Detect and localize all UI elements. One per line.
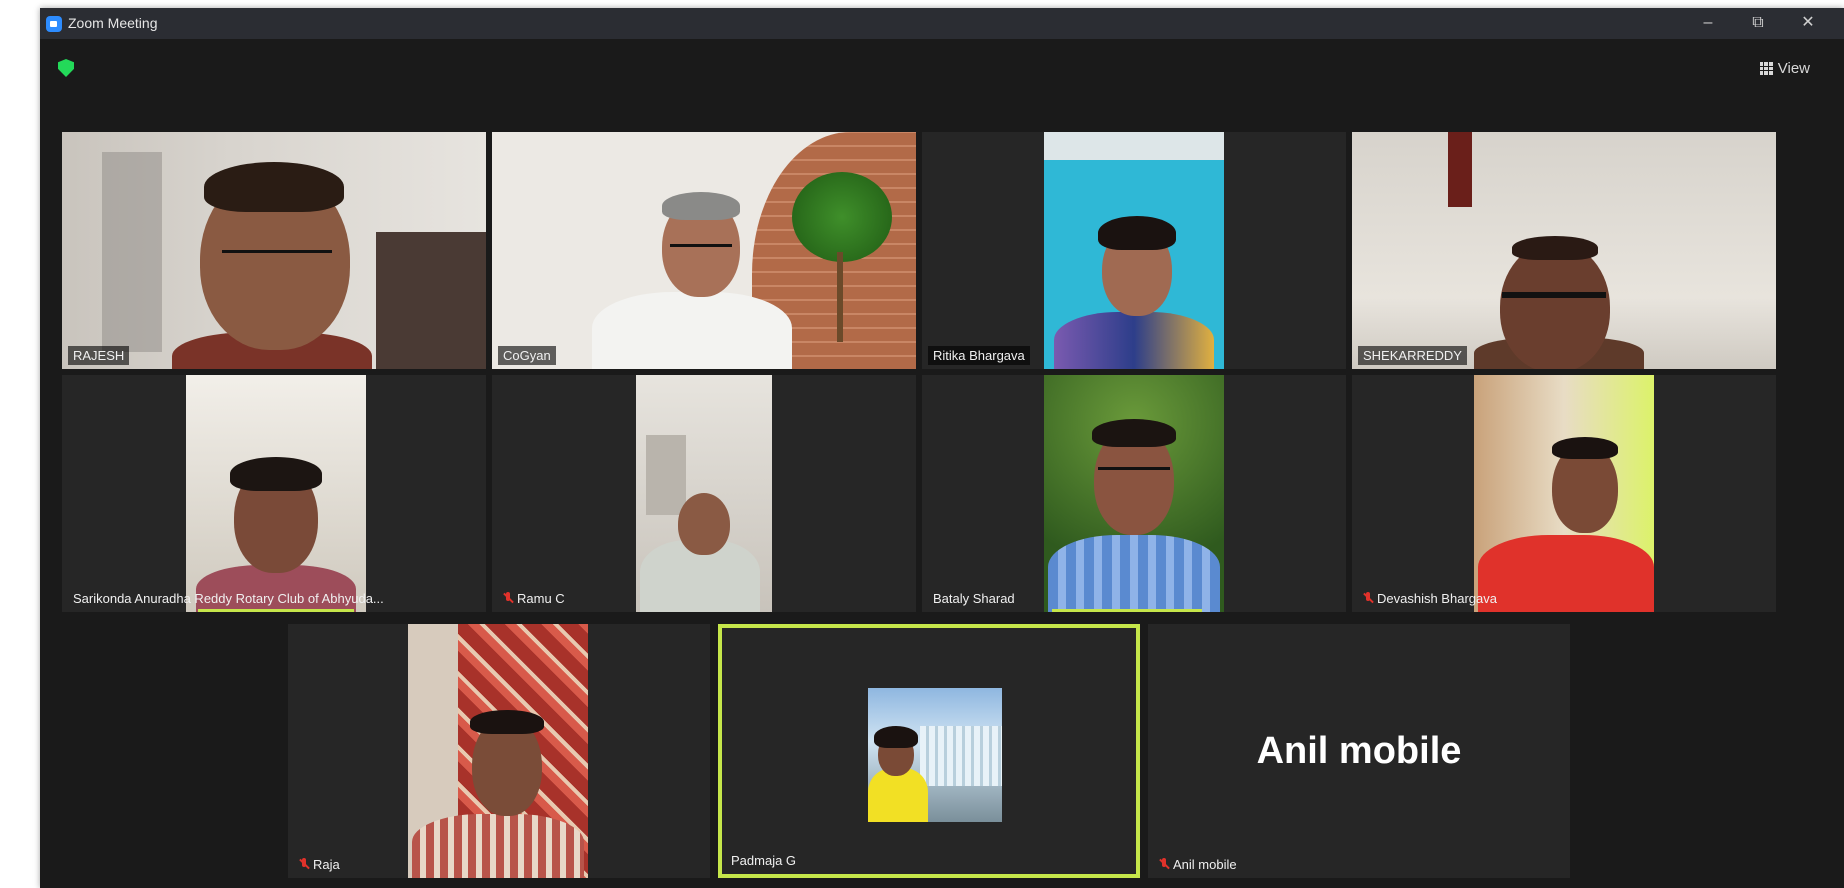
participant-name: Devashish Bhargava	[1377, 591, 1497, 606]
participant-name: Padmaja G	[731, 853, 797, 868]
participant-tile-rajesh[interactable]: RAJESH	[62, 132, 486, 369]
title-bar: Zoom Meeting – ⧉ ✕	[40, 8, 1844, 39]
participant-name-tag: CoGyan	[498, 346, 556, 365]
participant-video	[62, 132, 486, 369]
participant-tile-shekarreddy[interactable]: SHEKARREDDY	[1352, 132, 1776, 369]
participant-name: Sarikonda Anuradha Reddy Rotary Club of …	[73, 591, 384, 606]
participant-tile-padmaja-g[interactable]: Padmaja G	[718, 624, 1140, 878]
participant-video	[1044, 375, 1224, 612]
participant-video	[1352, 132, 1776, 369]
speaking-indicator	[1052, 609, 1202, 612]
mic-muted-icon	[1159, 858, 1169, 871]
zoom-meeting-window: Zoom Meeting – ⧉ ✕ View RAJESH CoGyan Ri…	[40, 8, 1844, 888]
participant-tile-ramu-c[interactable]: Ramu C	[492, 375, 916, 612]
participant-video	[492, 132, 916, 369]
participant-name-tag: Ramu C	[498, 589, 570, 608]
participant-name: CoGyan	[503, 348, 551, 363]
maximize-button[interactable]: ⧉	[1738, 11, 1778, 35]
participant-name: SHEKARREDDY	[1363, 348, 1462, 363]
participant-video	[186, 375, 366, 612]
participant-name: Bataly Sharad	[933, 591, 1015, 606]
participant-tile-cogyan[interactable]: CoGyan	[492, 132, 916, 369]
participant-name-tag: Padmaja G	[726, 851, 801, 870]
participant-tile-anil-mobile[interactable]: Anil mobile Anil mobile	[1148, 624, 1570, 878]
zoom-logo-icon	[46, 16, 62, 32]
participant-name: RAJESH	[73, 348, 125, 363]
participant-video	[636, 375, 772, 612]
participant-tile-ritika-bhargava[interactable]: Ritika Bhargava	[922, 132, 1346, 369]
view-label: View	[1777, 60, 1810, 77]
participant-tile-devashish-bhargava[interactable]: Devashish Bhargava	[1352, 375, 1776, 612]
participant-video	[1474, 375, 1654, 612]
participant-name: Raja	[313, 857, 340, 872]
shield-icon[interactable]	[58, 59, 74, 77]
view-button[interactable]: View	[1759, 60, 1810, 77]
minimize-button[interactable]: –	[1688, 11, 1728, 35]
speaking-indicator	[198, 609, 354, 612]
participant-tile-bataly-sharad[interactable]: Bataly Sharad	[922, 375, 1346, 612]
participant-avatar	[868, 688, 1002, 822]
participant-name-tag: SHEKARREDDY	[1358, 346, 1467, 365]
participant-name: Ramu C	[517, 591, 565, 606]
participant-name: Ritika Bhargava	[933, 348, 1025, 363]
participant-tile-sarikonda[interactable]: Sarikonda Anuradha Reddy Rotary Club of …	[62, 375, 486, 612]
participant-video	[1044, 132, 1224, 369]
participant-name-tag: Bataly Sharad	[928, 589, 1020, 608]
window-title: Zoom Meeting	[68, 15, 158, 31]
participant-name-tag: Ritika Bhargava	[928, 346, 1030, 365]
mic-muted-icon	[299, 858, 309, 871]
participant-name-tag: Anil mobile	[1154, 855, 1242, 874]
mic-muted-icon	[503, 592, 513, 605]
participant-display-name: Anil mobile	[1256, 729, 1462, 772]
participant-name-tag: RAJESH	[68, 346, 130, 365]
mic-muted-icon	[1363, 592, 1373, 605]
close-button[interactable]: ✕	[1788, 11, 1828, 35]
participant-name-tag: Raja	[294, 855, 345, 874]
participant-name: Anil mobile	[1173, 857, 1237, 872]
participant-video	[408, 624, 588, 878]
participant-tile-raja[interactable]: Raja	[288, 624, 710, 878]
participant-name-tag: Sarikonda Anuradha Reddy Rotary Club of …	[68, 589, 389, 608]
grid-icon	[1759, 62, 1773, 75]
participant-name-tag: Devashish Bhargava	[1358, 589, 1502, 608]
